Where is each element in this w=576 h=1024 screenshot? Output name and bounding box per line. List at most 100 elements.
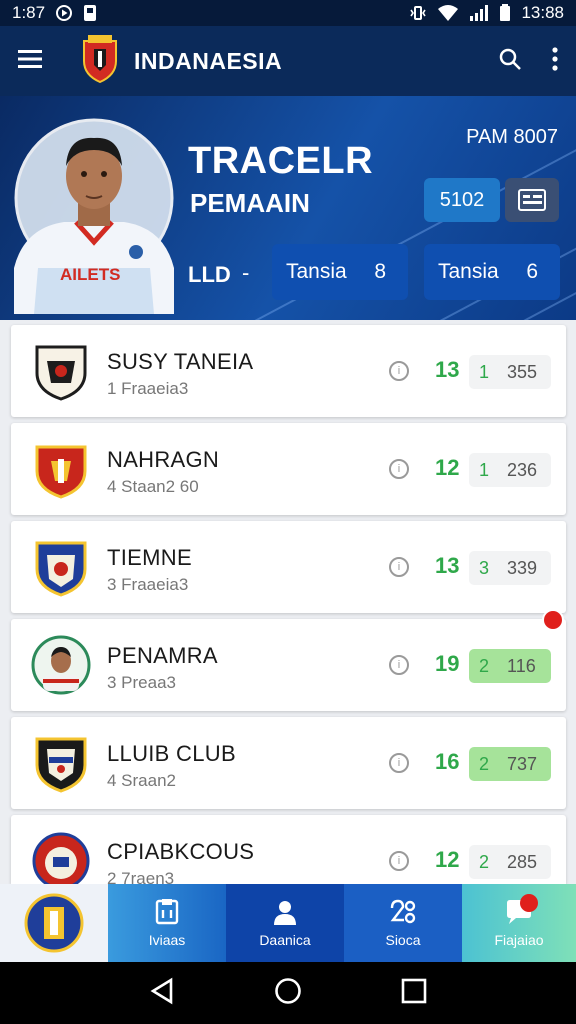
- jersey-text: AILETS: [60, 265, 120, 284]
- club-subtitle: 4 Staan2 60: [107, 477, 199, 496]
- info-icon[interactable]: i: [389, 361, 409, 381]
- club-badge-icon: [31, 341, 91, 401]
- document-icon: [155, 899, 179, 925]
- stat-count: 1: [479, 361, 490, 382]
- club-name: SUSY TANEIA: [107, 349, 254, 374]
- more-options-icon[interactable]: [552, 46, 558, 76]
- level-separator: -: [242, 260, 250, 285]
- search-icon[interactable]: [498, 47, 522, 76]
- info-icon[interactable]: i: [389, 753, 409, 773]
- stat-value: 737: [507, 753, 538, 774]
- app-actions: [498, 46, 558, 76]
- stat-count: 1: [479, 459, 490, 480]
- player-avatar-icon: [31, 635, 91, 695]
- club-subtitle: 3 Fraaeia3: [107, 575, 189, 594]
- stats-icon: [390, 899, 416, 924]
- menu-icon[interactable]: [18, 49, 44, 74]
- stat-value: 236: [507, 459, 538, 480]
- nav-item-fiajaiao[interactable]: Fiajaiao: [462, 884, 576, 962]
- tab-tansia-2[interactable]: Tansia 6: [424, 244, 560, 300]
- nav-home-logo[interactable]: [0, 884, 108, 962]
- notification-badge: [544, 611, 562, 629]
- club-stat-pill: 1 355: [469, 355, 551, 389]
- tab-label: Tansia: [438, 260, 499, 283]
- info-icon[interactable]: i: [389, 459, 409, 479]
- recent-apps-icon[interactable]: [401, 978, 427, 1009]
- status-left: 1:87: [12, 3, 97, 23]
- score-chip[interactable]: 5102: [424, 178, 500, 222]
- status-time-left: 1:87: [12, 3, 46, 22]
- federation-logo-icon: [24, 893, 84, 953]
- media-play-icon: [55, 4, 73, 22]
- status-time-right: 13:88: [521, 3, 564, 22]
- info-icon[interactable]: i: [389, 557, 409, 577]
- stat-value: 285: [507, 851, 538, 872]
- nav-label: Daanica: [259, 932, 311, 948]
- system-nav-bar: [0, 962, 576, 1024]
- stat-count: 2: [479, 655, 490, 676]
- club-name: PENAMRA: [107, 643, 218, 668]
- club-rank: 12: [435, 847, 460, 872]
- club-stat-pill: 2 737: [469, 747, 551, 781]
- nav-label: Iviaas: [148, 932, 186, 948]
- tab-tansia-1[interactable]: Tansia 8: [272, 244, 408, 300]
- app-bar: INDANAESIA: [0, 26, 576, 96]
- stat-count: 2: [479, 753, 490, 774]
- club-stat-pill: 2 116: [469, 649, 551, 683]
- nav-item-daanica[interactable]: Daanica: [226, 884, 344, 962]
- stats-card-button[interactable]: [505, 178, 559, 222]
- back-icon[interactable]: [149, 977, 175, 1010]
- sim-card-icon: [83, 4, 97, 22]
- club-name: TIEMNE: [107, 545, 192, 570]
- stat-value: 116: [507, 655, 536, 676]
- club-rank: 13: [435, 357, 460, 382]
- club-name: CPIABKCOUS: [107, 839, 255, 864]
- status-bar: 1:87 13:88: [0, 0, 576, 26]
- stat-count: 3: [479, 557, 490, 578]
- info-icon[interactable]: i: [389, 851, 409, 871]
- club-badge-icon: [31, 831, 91, 891]
- app-title: INDANAESIA: [134, 47, 283, 74]
- player-avatar[interactable]: AILETS: [14, 118, 174, 314]
- level-label: LLD: [188, 262, 231, 287]
- vibrate-icon: [409, 4, 427, 22]
- list-item[interactable]: CPIABKCOUS 2 7raen3 i 12 2 285: [11, 815, 566, 890]
- player-meta: PAM 8007: [466, 126, 558, 148]
- nav-label: Fiajaiao: [494, 932, 544, 948]
- id-card-icon: [518, 189, 546, 211]
- club-list: SUSY TANEIA 1 Fraaeia3 i 13 1 355 NAHRAG…: [0, 320, 576, 890]
- list-item[interactable]: NAHRAGN 4 Staan2 60 i 12 1 236: [11, 423, 566, 515]
- tab-value: 6: [526, 260, 538, 283]
- status-right: 13:88: [409, 3, 564, 23]
- club-rank: 13: [435, 553, 460, 578]
- club-stat-pill: 2 285: [469, 845, 551, 879]
- club-badge-icon: [31, 439, 91, 499]
- player-role: PEMAAIN: [190, 188, 310, 218]
- club-subtitle: 1 Fraaeia3: [107, 379, 189, 398]
- club-rank: 16: [435, 749, 460, 774]
- club-crest-icon: [80, 34, 120, 88]
- info-icon[interactable]: i: [389, 655, 409, 675]
- notification-badge: [520, 894, 538, 912]
- club-rank: 12: [435, 455, 460, 480]
- wifi-icon: [437, 4, 459, 22]
- club-rank: 19: [435, 651, 460, 676]
- list-item[interactable]: SUSY TANEIA 1 Fraaeia3 i 13 1 355: [11, 325, 566, 417]
- signal-icon: [469, 4, 489, 22]
- list-item[interactable]: LLUIB CLUB 4 Sraan2 i 16 2 737: [11, 717, 566, 809]
- stat-value: 355: [507, 361, 538, 382]
- nav-item-sioca[interactable]: Sioca: [344, 884, 462, 962]
- person-icon: [274, 901, 296, 925]
- nav-item-iviaas[interactable]: Iviaas: [108, 884, 226, 962]
- player-hero: AILETS TRACELR PEMAAIN PAM 8007 5102 LLD…: [0, 96, 576, 320]
- home-icon[interactable]: [274, 977, 302, 1010]
- club-stat-pill: 1 236: [469, 453, 551, 487]
- player-name: TRACELR: [188, 140, 374, 182]
- club-badge-icon: [31, 537, 91, 597]
- club-subtitle: 4 Sraan2: [107, 771, 176, 790]
- club-stat-pill: 3 339: [469, 551, 551, 585]
- list-item[interactable]: TIEMNE 3 Fraaeia3 i 13 3 339: [11, 521, 566, 613]
- list-item[interactable]: PENAMRA 3 Preaa3 i 19 2 116: [11, 611, 566, 711]
- club-subtitle: 3 Preaa3: [107, 673, 176, 692]
- tab-label: Tansia: [286, 260, 347, 283]
